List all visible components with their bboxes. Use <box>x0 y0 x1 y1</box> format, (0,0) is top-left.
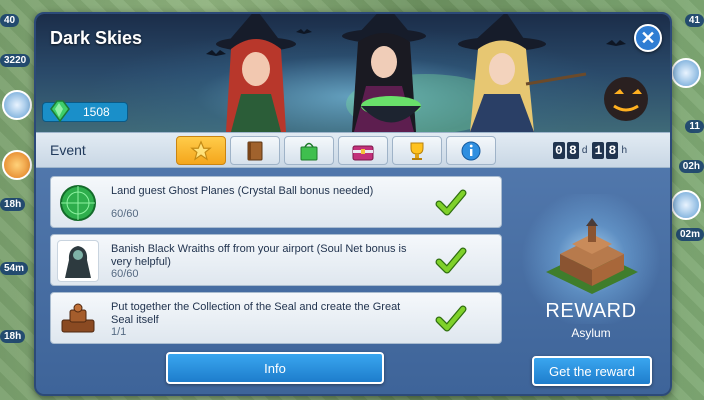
left-badge: 54m <box>0 262 29 275</box>
radar-icon[interactable] <box>671 58 701 88</box>
checkmark-icon <box>435 189 467 216</box>
close-icon: ✕ <box>640 28 656 48</box>
event-title: Dark Skies <box>50 28 143 48</box>
event-tab-row: Event 0 8 d 1 8 h <box>36 132 670 168</box>
right-hud: 41 11 02h 02m <box>668 0 704 400</box>
plane-icon[interactable] <box>671 190 701 220</box>
map-building-icon[interactable] <box>2 90 32 120</box>
left-hud: 40 3220 18h 54m 18h <box>0 0 36 400</box>
info-icon <box>461 141 481 160</box>
tab-leaderboard[interactable] <box>392 136 442 165</box>
tab-info[interactable] <box>446 136 496 165</box>
gem-count: 1508 <box>83 105 110 119</box>
task-progress: 60/60 <box>111 208 139 220</box>
checkmark-icon <box>435 305 467 332</box>
right-badge: 02h <box>678 160 704 173</box>
get-reward-button[interactable]: Get the reward <box>532 356 652 386</box>
book-icon <box>247 141 263 160</box>
timer-days-unit: d <box>581 145 588 156</box>
right-badge: 11 <box>685 120 704 133</box>
task-row: Put together the Collection of the Seal … <box>50 292 502 344</box>
timer-digit: 8 <box>606 142 619 159</box>
left-badge: 40 <box>0 14 20 27</box>
task-progress: 1/1 <box>111 326 127 338</box>
reward-title: REWARD <box>545 300 637 322</box>
left-badge: 18h <box>0 198 26 211</box>
seal-icon <box>57 298 99 340</box>
task-row: Land guest Ghost Planes (Crystal Ball bo… <box>50 176 502 228</box>
task-description: Put together the Collection of the Seal … <box>111 301 401 326</box>
right-badge: 41 <box>684 14 704 27</box>
timer-digit: 1 <box>592 142 605 159</box>
event-timer: 0 8 d 1 8 h <box>552 142 630 159</box>
left-badge: 18h <box>0 330 26 343</box>
trophy-icon <box>410 142 424 160</box>
chest-icon <box>352 145 374 160</box>
event-banner: Dark Skies ✕ 1508 <box>36 14 670 132</box>
tab-row-label: Event <box>50 142 86 158</box>
pumpkin-icon[interactable] <box>2 150 32 180</box>
shopping-bag-icon <box>300 142 318 160</box>
tab-shop[interactable] <box>284 136 334 165</box>
star-icon <box>190 139 212 161</box>
asylum-building-icon <box>546 218 638 294</box>
left-badge: 3220 <box>0 54 31 67</box>
tab-tasks[interactable] <box>176 136 226 165</box>
wraith-icon <box>57 240 99 282</box>
task-progress: 60/60 <box>111 268 139 280</box>
tab-collection[interactable] <box>230 136 280 165</box>
event-dialog: Dark Skies ✕ 1508 Event 0 8 d 1 8 h Land… <box>34 12 672 396</box>
tab-chest[interactable] <box>338 136 388 165</box>
reward-name: Asylum <box>571 326 611 340</box>
timer-hours-unit: h <box>621 145 627 156</box>
gem-icon <box>50 100 70 123</box>
info-button[interactable]: Info <box>166 352 384 384</box>
task-description: Land guest Ghost Planes (Crystal Ball bo… <box>111 185 374 197</box>
timer-digit: 8 <box>566 142 579 159</box>
checkmark-icon <box>435 247 467 274</box>
task-description: Banish Black Wraiths off from your airpo… <box>111 243 407 268</box>
crystal-ball-icon <box>57 182 99 224</box>
right-badge: 02m <box>675 228 704 241</box>
task-row: Banish Black Wraiths off from your airpo… <box>50 234 502 286</box>
timer-digit: 0 <box>552 142 565 159</box>
close-button[interactable]: ✕ <box>634 24 662 52</box>
witches-artwork <box>206 14 648 132</box>
gem-counter: 1508 <box>42 100 128 123</box>
